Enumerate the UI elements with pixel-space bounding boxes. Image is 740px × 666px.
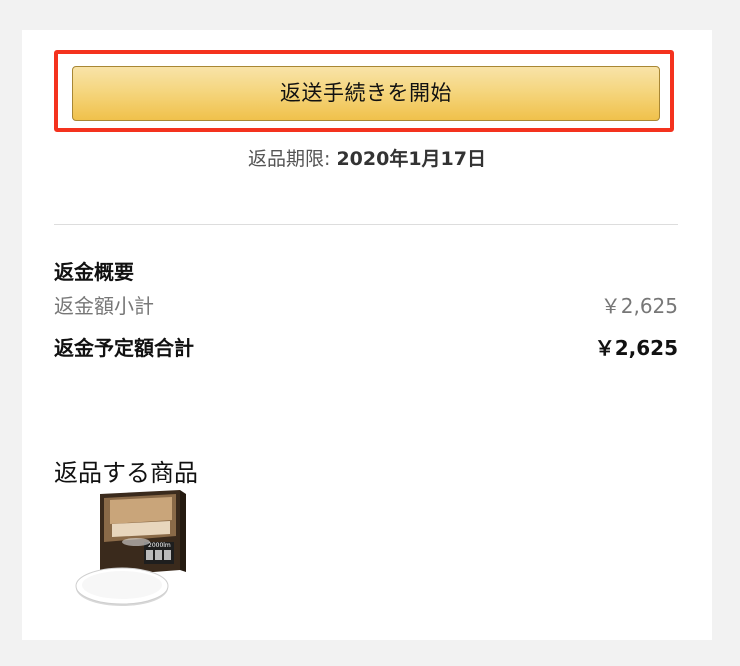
return-deadline: 返品期限: 2020年1月17日 <box>22 144 712 171</box>
ceiling-light-product-icon: 2000lm <box>75 490 186 606</box>
section-divider <box>54 224 678 225</box>
refund-total-row: 返金予定額合計 ￥2,625 <box>54 332 678 361</box>
product-box-lumen-text: 2000lm <box>148 542 171 549</box>
refund-subtotal-value: ￥2,625 <box>600 294 678 318</box>
return-deadline-date: 2020年1月17日 <box>336 148 486 170</box>
product-thumbnail[interactable]: 2000lm <box>52 490 192 614</box>
start-return-button[interactable]: 返送手続きを開始 <box>72 66 660 121</box>
refund-total-label: 返金予定額合計 <box>54 336 194 360</box>
return-items-title: 返品する商品 <box>54 459 198 487</box>
refund-summary-title: 返金概要 <box>54 260 134 284</box>
refund-subtotal-label: 返金額小計 <box>54 294 154 318</box>
return-card: 返送手続きを開始 返品期限: 2020年1月17日 返金概要 返金額小計 ￥2,… <box>22 30 712 640</box>
return-deadline-label: 返品期限: <box>248 148 337 170</box>
refund-subtotal-row: 返金額小計 ￥2,625 <box>54 290 678 319</box>
refund-total-value: ￥2,625 <box>594 336 678 360</box>
